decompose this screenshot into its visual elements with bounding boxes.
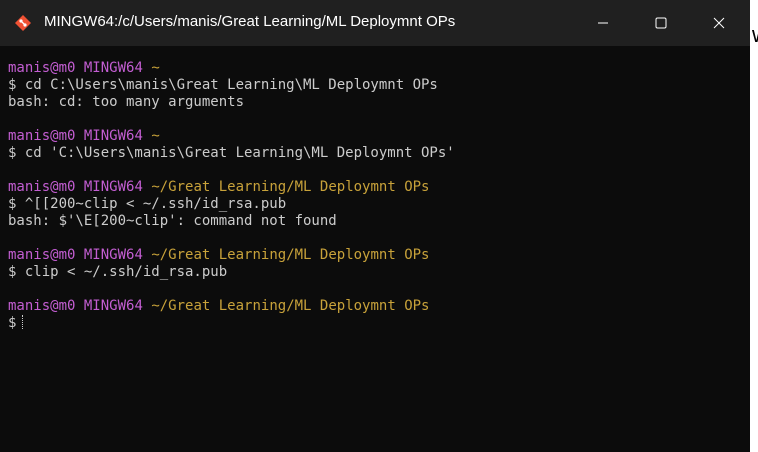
- command-line: $ ^[[200~clip < ~/.ssh/id_rsa.pub: [8, 196, 287, 212]
- prompt-path: ~: [151, 128, 160, 144]
- prompt-user: manis@m0: [8, 128, 76, 144]
- close-button[interactable]: [696, 0, 742, 46]
- maximize-button[interactable]: [638, 0, 684, 46]
- minimize-icon: [598, 22, 608, 24]
- close-icon: [713, 17, 725, 29]
- prompt-line: manis@m0 MINGW64 ~: [8, 60, 160, 77]
- title-bar[interactable]: MINGW64:/c/Users/manis/Great Learning/ML…: [0, 0, 750, 46]
- prompt-line: manis@m0 MINGW64 ~/Great Learning/ML Dep…: [8, 247, 429, 264]
- background-letter-w: w: [752, 22, 758, 48]
- prompt-user: manis@m0: [8, 60, 76, 76]
- current-prompt-line: $: [8, 315, 24, 332]
- prompt-path: ~: [151, 60, 160, 76]
- prompt-symbol: $: [8, 315, 17, 331]
- prompt-host: MINGW64: [83, 128, 143, 144]
- prompt-line: manis@m0 MINGW64 ~/Great Learning/ML Dep…: [8, 298, 429, 315]
- window-title: MINGW64:/c/Users/manis/Great Learning/ML…: [44, 13, 456, 30]
- minimize-button[interactable]: [580, 0, 626, 46]
- output-line: bash: $'\E[200~clip': command not found: [8, 213, 337, 229]
- prompt-host: MINGW64: [83, 179, 143, 195]
- terminal-output[interactable]: manis@m0 MINGW64 ~ $ cd C:\Users\manis\G…: [0, 46, 750, 452]
- prompt-user: manis@m0: [8, 298, 76, 314]
- prompt-path: ~/Great Learning/ML Deploymnt OPs: [151, 298, 430, 314]
- maximize-icon: [655, 17, 667, 29]
- command-line: $ clip < ~/.ssh/id_rsa.pub: [8, 264, 228, 280]
- prompt-user: manis@m0: [8, 179, 76, 195]
- prompt-line: manis@m0 MINGW64 ~/Great Learning/ML Dep…: [8, 179, 429, 196]
- prompt-host: MINGW64: [83, 60, 143, 76]
- output-line: bash: cd: too many arguments: [8, 94, 245, 110]
- prompt-line: manis@m0 MINGW64 ~: [8, 128, 160, 145]
- prompt-host: MINGW64: [83, 247, 143, 263]
- text-cursor: [22, 315, 24, 329]
- command-line: $ cd 'C:\Users\manis\Great Learning\ML D…: [8, 145, 455, 161]
- terminal-window: MINGW64:/c/Users/manis/Great Learning/ML…: [0, 0, 750, 452]
- prompt-path: ~/Great Learning/ML Deploymnt OPs: [151, 247, 430, 263]
- prompt-user: manis@m0: [8, 247, 76, 263]
- command-line: $ cd C:\Users\manis\Great Learning\ML De…: [8, 77, 438, 93]
- git-bash-icon: [15, 15, 31, 31]
- prompt-host: MINGW64: [83, 298, 143, 314]
- prompt-path: ~/Great Learning/ML Deploymnt OPs: [151, 179, 430, 195]
